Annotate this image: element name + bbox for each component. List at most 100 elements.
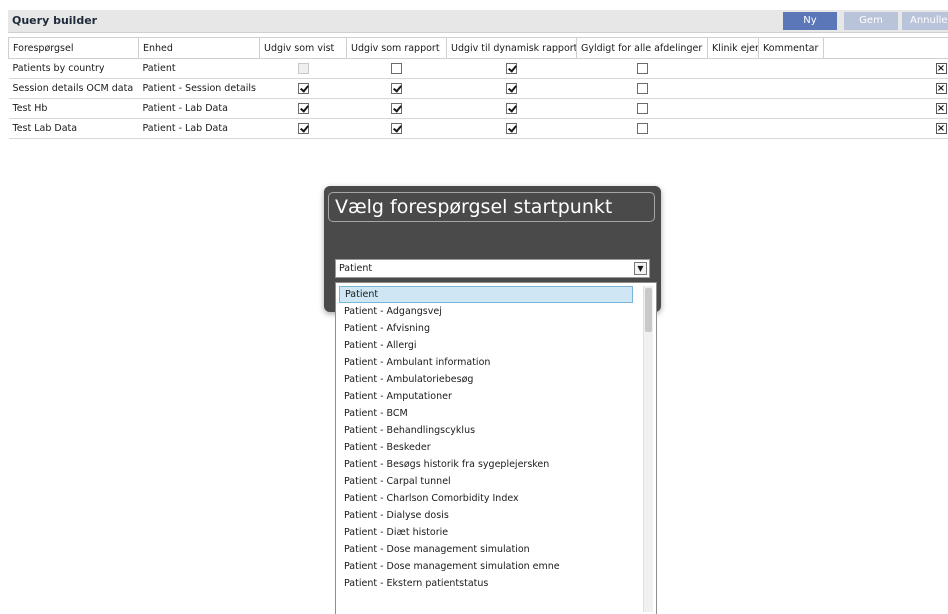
delete-row-icon[interactable]: ×: [935, 83, 947, 94]
valid-all-checkbox-cell: [576, 118, 708, 139]
option-item[interactable]: Patient - Dose management simulation: [339, 541, 633, 558]
start-point-options-list[interactable]: Patient Patient - Adgangsvej Patient - Afv…: [335, 282, 657, 614]
option-item[interactable]: Patient - Charlson Comorbidity Index: [339, 490, 633, 507]
valid-all-checkbox[interactable]: [636, 103, 648, 114]
start-point-select[interactable]: Patient ▼: [335, 259, 650, 278]
clinic-owner-cell: [707, 58, 759, 79]
publish-report-checkbox-cell: [346, 118, 447, 139]
publish-dynamic-checkbox[interactable]: [506, 63, 517, 74]
delete-cell: ×: [823, 58, 948, 79]
column-header-entity[interactable]: Enhed: [138, 37, 260, 59]
save-button[interactable]: Gem: [844, 12, 898, 30]
publish-report-checkbox-cell: [346, 78, 447, 99]
valid-all-checkbox[interactable]: [636, 63, 648, 74]
comment-cell: [758, 98, 824, 119]
publish-report-checkbox[interactable]: [391, 123, 402, 134]
dialog-title: Vælg forespørgsel startpunkt: [328, 192, 655, 222]
new-button[interactable]: Ny: [783, 12, 837, 30]
query-name-cell[interactable]: Patients by country: [8, 58, 139, 79]
option-item[interactable]: Patient - Ekstern patientstatus: [339, 575, 633, 592]
publish-dynamic-checkbox[interactable]: [506, 123, 517, 134]
select-value: Patient: [339, 263, 373, 274]
publish-view-checkbox-cell: [259, 58, 347, 79]
publish-report-checkbox[interactable]: [391, 83, 402, 94]
publish-view-checkbox-cell: [259, 98, 347, 119]
entity-cell: Patient - Lab Data: [138, 98, 260, 119]
publish-view-checkbox[interactable]: [297, 123, 309, 134]
query-name-cell[interactable]: Test Hb: [8, 98, 139, 119]
publish-report-checkbox-cell: [346, 98, 447, 119]
column-header-clinic-owner[interactable]: Klinik ejer: [707, 37, 759, 59]
entity-cell: Patient - Session details: [138, 78, 260, 99]
options-scrollbar[interactable]: [643, 286, 653, 612]
table-row[interactable]: Test Hb Patient - Lab Data ×: [8, 98, 948, 119]
option-item[interactable]: Patient - Behandlingscyklus: [339, 422, 633, 439]
column-header-publish-view[interactable]: Udgiv som vist: [259, 37, 347, 59]
option-item[interactable]: Patient - Amputationer: [339, 388, 633, 405]
chevron-down-icon[interactable]: ▼: [634, 262, 647, 275]
publish-dynamic-checkbox-cell: [446, 78, 577, 99]
option-item[interactable]: Patient - Ambulatoriebesøg: [339, 371, 633, 388]
delete-row-icon[interactable]: ×: [935, 103, 947, 114]
publish-view-checkbox[interactable]: [297, 83, 309, 94]
table-row[interactable]: Patients by country Patient ×: [8, 58, 948, 79]
query-name-cell[interactable]: Test Lab Data: [8, 118, 139, 139]
option-item[interactable]: Patient - Afvisning: [339, 320, 633, 337]
option-item[interactable]: Patient - Besøgs historik fra sygeplejer…: [339, 456, 633, 473]
option-item[interactable]: Patient - Carpal tunnel: [339, 473, 633, 490]
table-row[interactable]: Session details OCM data Patient - Sessio…: [8, 78, 948, 99]
delete-cell: ×: [823, 118, 948, 139]
column-header-actions: [823, 37, 948, 59]
option-item[interactable]: Patient - Adgangsvej: [339, 303, 633, 320]
publish-view-checkbox-cell: [259, 78, 347, 99]
option-item[interactable]: Patient - Dose management simulation emn…: [339, 558, 633, 575]
table-header-row: Forespørgsel Enhed Udgiv som vist Udgiv …: [8, 37, 948, 59]
column-header-publish-report[interactable]: Udgiv som rapport: [346, 37, 447, 59]
publish-report-checkbox[interactable]: [391, 63, 402, 74]
clinic-owner-cell: [707, 78, 759, 99]
table-row[interactable]: Test Lab Data Patient - Lab Data ×: [8, 118, 948, 139]
entity-cell: Patient: [138, 58, 260, 79]
option-item[interactable]: Patient - Diæt historie: [339, 524, 633, 541]
valid-all-checkbox-cell: [576, 58, 708, 79]
option-item[interactable]: Patient - Ambulant information: [339, 354, 633, 371]
publish-view-checkbox[interactable]: [297, 103, 309, 114]
publish-view-checkbox-cell: [259, 118, 347, 139]
column-header-query[interactable]: Forespørgsel: [8, 37, 139, 59]
publish-dynamic-checkbox-cell: [446, 98, 577, 119]
delete-row-icon[interactable]: ×: [935, 123, 947, 134]
publish-report-checkbox[interactable]: [391, 103, 402, 114]
column-header-publish-dynamic[interactable]: Udgiv til dynamisk rapport: [446, 37, 577, 59]
publish-dynamic-checkbox-cell: [446, 118, 577, 139]
cancel-button[interactable]: Annuller: [902, 12, 948, 30]
clinic-owner-cell: [707, 118, 759, 139]
queries-table: Forespørgsel Enhed Udgiv som vist Udgiv …: [8, 37, 948, 139]
publish-dynamic-checkbox[interactable]: [506, 83, 517, 94]
valid-all-checkbox-cell: [576, 98, 708, 119]
option-item[interactable]: Patient - Beskeder: [339, 439, 633, 456]
publish-view-checkbox: [297, 63, 309, 74]
clinic-owner-cell: [707, 98, 759, 119]
column-header-valid-all[interactable]: Gyldigt for alle afdelinger: [576, 37, 708, 59]
valid-all-checkbox[interactable]: [636, 123, 648, 134]
comment-cell: [758, 118, 824, 139]
option-item[interactable]: Patient: [339, 286, 633, 303]
option-item[interactable]: Patient - Dialyse dosis: [339, 507, 633, 524]
entity-cell: Patient - Lab Data: [138, 118, 260, 139]
delete-cell: ×: [823, 78, 948, 99]
delete-cell: ×: [823, 98, 948, 119]
title-bar: Query builder Ny Gem Annuller: [8, 10, 948, 33]
option-item[interactable]: Patient - BCM: [339, 405, 633, 422]
publish-dynamic-checkbox[interactable]: [506, 103, 517, 114]
query-name-cell[interactable]: Session details OCM data: [8, 78, 139, 99]
scrollbar-thumb[interactable]: [645, 288, 652, 332]
option-item[interactable]: Patient - Allergi: [339, 337, 633, 354]
comment-cell: [758, 78, 824, 99]
column-header-comment[interactable]: Kommentar: [758, 37, 824, 59]
comment-cell: [758, 58, 824, 79]
page-title: Query builder: [12, 14, 98, 27]
delete-row-icon[interactable]: ×: [935, 63, 947, 74]
publish-report-checkbox-cell: [346, 58, 447, 79]
valid-all-checkbox[interactable]: [636, 83, 648, 94]
valid-all-checkbox-cell: [576, 78, 708, 99]
